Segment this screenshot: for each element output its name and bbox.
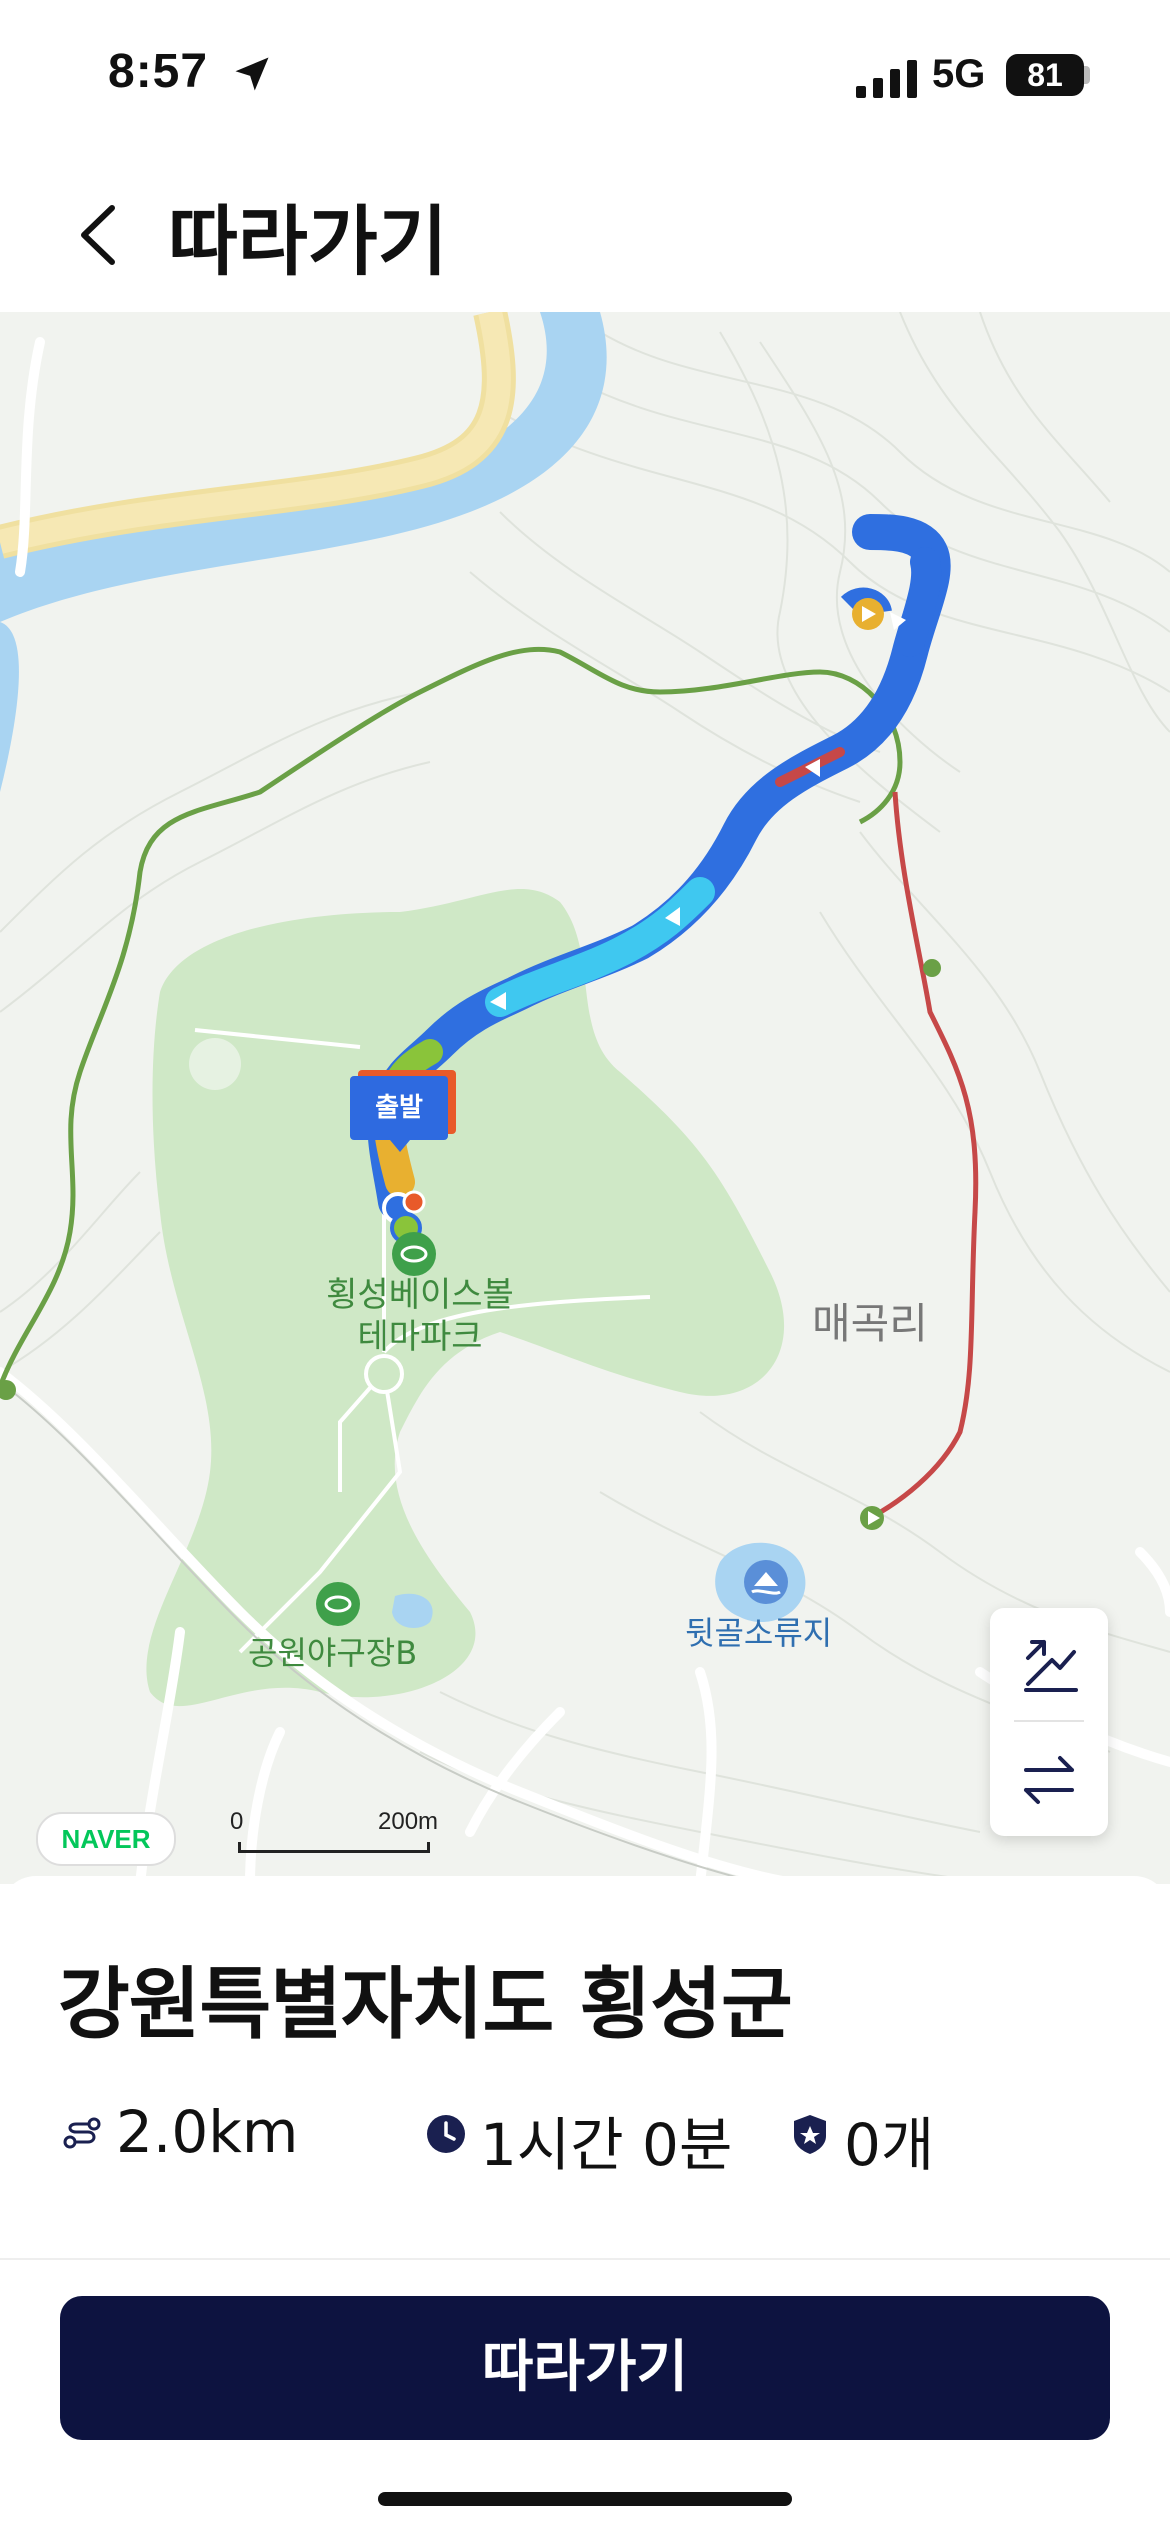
follow-button[interactable]: 따라가기	[60, 2296, 1110, 2440]
battery-icon: 81	[1006, 54, 1084, 96]
naver-logo: NAVER	[36, 1812, 176, 1866]
route-info-sheet: 강원특별자치도 횡성군 2.0km 1시간 0분 0개 따라가기	[0, 1876, 1170, 2532]
park-label-line1: 횡성베이스볼	[326, 1275, 514, 1315]
cellular-signal-icon	[856, 60, 917, 98]
scale-distance-label: 200m	[378, 1808, 439, 1835]
battery-cap	[1084, 66, 1090, 84]
route-map[interactable]: 출발 횡성베이스볼 테마파크 매곡리 뒷골소류지 공원야구장B NAVER 0 …	[0, 312, 1170, 1884]
park-label: 횡성베이스볼 테마파크	[300, 1274, 540, 1358]
route-distance-icon	[63, 2117, 101, 2149]
park-label-line2: 테마파크	[357, 1317, 483, 1357]
back-button[interactable]	[56, 190, 146, 280]
start-marker-label[interactable]: 출발	[350, 1076, 448, 1152]
region-title: 강원특별자치도 횡성군	[58, 1960, 793, 2050]
clock-icon	[427, 2115, 465, 2153]
badge-shield-icon	[794, 2115, 826, 2154]
scale-zero-label: 0	[230, 1808, 244, 1835]
distance-value: 2.0km	[116, 2098, 299, 2166]
altitude-chart-icon[interactable]	[990, 1608, 1108, 1720]
status-time: 8:57	[108, 45, 209, 98]
sheet-divider	[0, 2258, 1170, 2260]
campground-label: 공원야구장B	[248, 1634, 418, 1672]
header: 따라가기	[0, 160, 1170, 310]
controls-divider	[1014, 1720, 1084, 1722]
location-arrow-icon	[235, 57, 269, 91]
home-indicator	[378, 2492, 792, 2506]
status-bar: 8:57 5G 81	[0, 0, 1170, 160]
battery-level: 81	[1027, 57, 1063, 93]
reservoir-label: 뒷골소류지	[685, 1614, 833, 1652]
page-title: 따라가기	[168, 197, 448, 286]
village-label: 매곡리	[812, 1299, 928, 1348]
map-controls	[990, 1608, 1108, 1836]
scale-bar	[238, 1842, 430, 1853]
swap-direction-icon[interactable]	[990, 1724, 1108, 1836]
network-type: 5G	[932, 52, 986, 96]
duration-value: 1시간 0분	[480, 2111, 733, 2179]
badge-value: 0개	[844, 2111, 935, 2179]
